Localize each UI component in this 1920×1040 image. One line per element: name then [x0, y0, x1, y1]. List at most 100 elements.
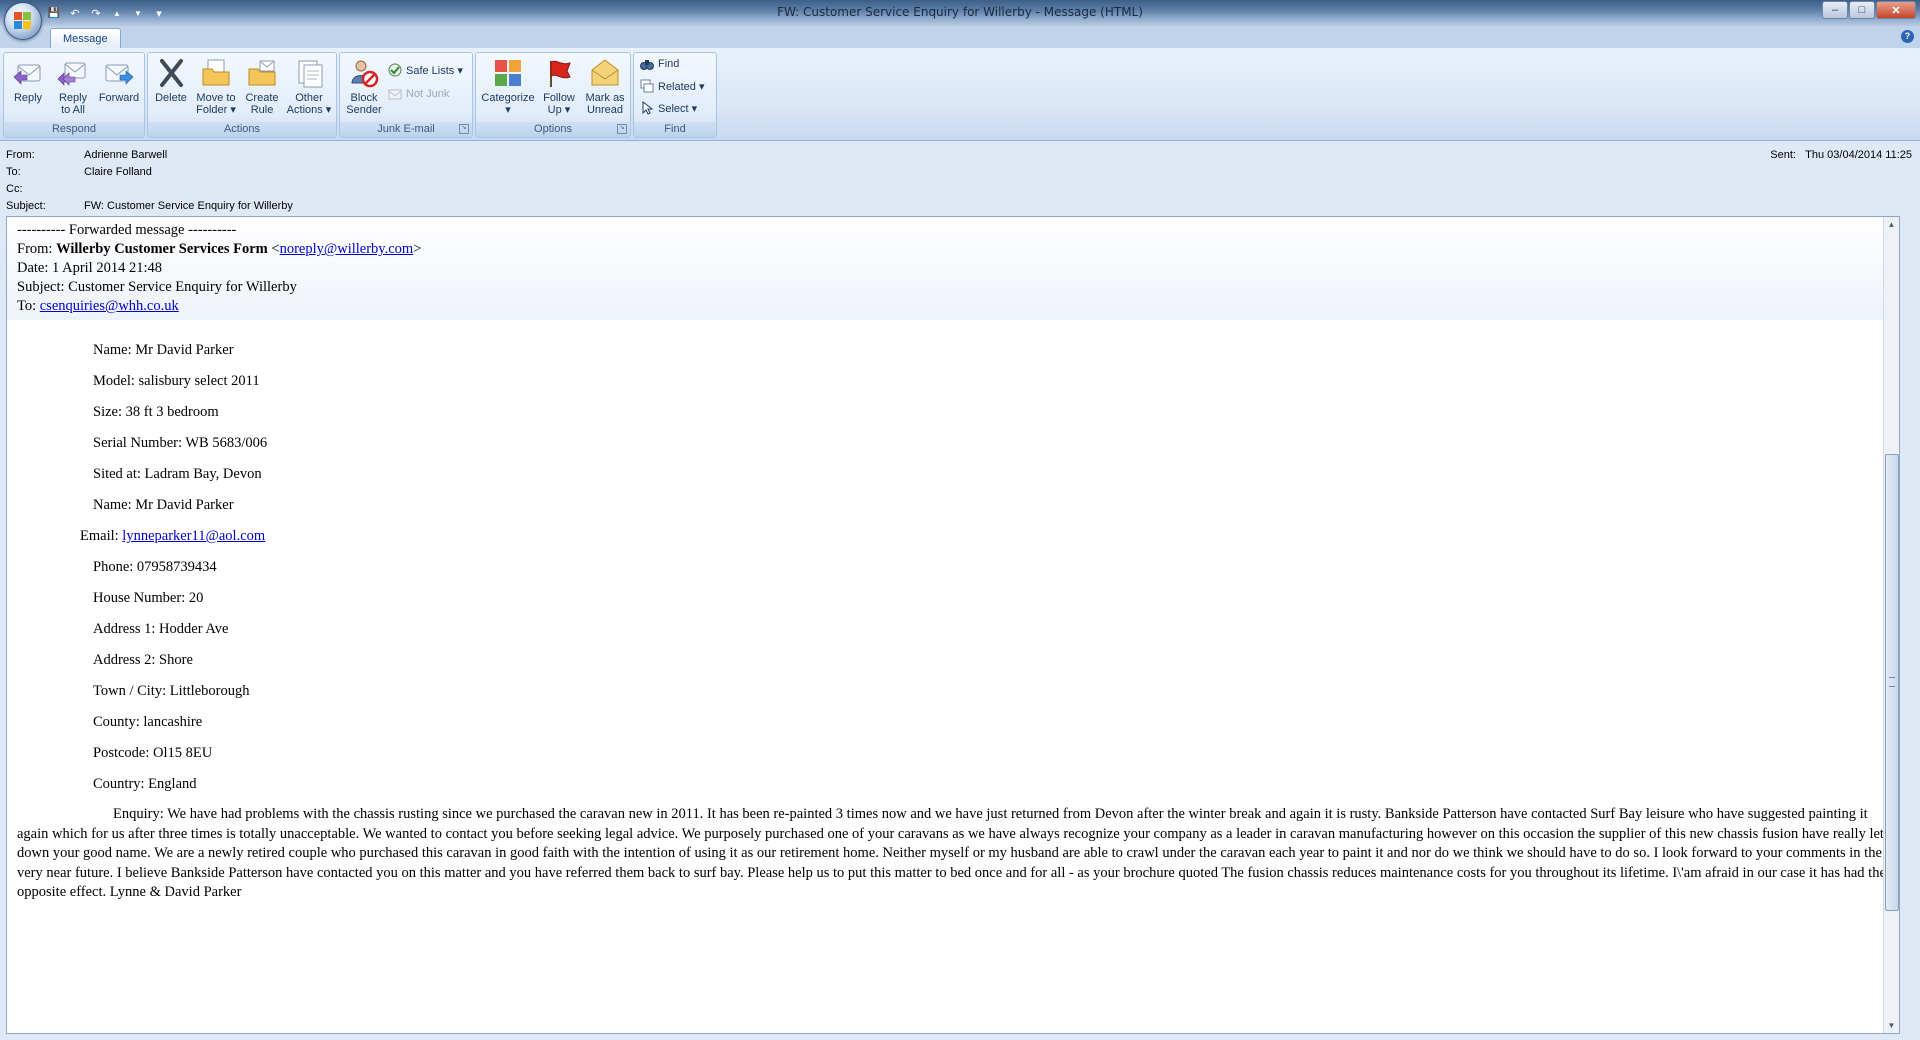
window-title: FW: Customer Service Enquiry for Willerb… — [777, 5, 1143, 19]
office-logo-icon — [14, 12, 32, 30]
block-sender-label-1: Block — [350, 92, 378, 104]
respond-group-label: Respond — [4, 122, 144, 137]
forwarded-from: From: Willerby Customer Services Form <n… — [17, 240, 1897, 259]
sent-label: Sent: — [1770, 149, 1796, 161]
move-folder-icon — [200, 57, 232, 89]
forwarded-from-email-link[interactable]: noreply@willerby.com — [280, 241, 414, 257]
delete-label: Delete — [155, 92, 187, 104]
junk-email-group-label: Junk E-mail — [340, 122, 472, 137]
office-button[interactable] — [4, 2, 42, 40]
safe-lists-icon — [388, 63, 402, 77]
mark-as-unread-button[interactable]: Mark as Unread — [582, 55, 628, 119]
enquiry-paragraph: Enquiry: We have had problems with the c… — [17, 806, 1886, 900]
safe-lists-label: Safe Lists ▾ — [406, 64, 463, 77]
sent-row: Sent: Thu 03/04/2014 11:25 — [1770, 149, 1912, 161]
select-label: Select ▾ — [658, 102, 698, 115]
categorize-label: Categorize — [481, 92, 535, 104]
message-header: From: Adrienne Barwell To: Claire Follan… — [0, 141, 1920, 215]
to-label: To: — [6, 166, 21, 178]
vertical-scrollbar[interactable]: ▲ ▼ — [1883, 217, 1899, 1033]
other-actions-icon — [293, 57, 325, 89]
create-rule-button[interactable]: Create Rule — [241, 55, 283, 119]
related-label: Related ▾ — [658, 80, 705, 93]
scroll-grip-icon — [1889, 677, 1895, 687]
help-icon[interactable]: ? — [1901, 30, 1914, 43]
field-address-1: Address 1: Hodder Ave — [93, 621, 229, 637]
scroll-down-icon[interactable]: ▼ — [1884, 1018, 1899, 1033]
from-value[interactable]: Adrienne Barwell — [84, 149, 167, 161]
forwarded-from-prefix: From: — [17, 241, 57, 257]
scroll-thumb[interactable] — [1885, 454, 1899, 911]
not-junk-button[interactable]: Not Junk — [388, 85, 449, 103]
binoculars-icon — [640, 57, 654, 71]
reply-button[interactable]: Reply — [8, 55, 48, 119]
safe-lists-button[interactable]: Safe Lists ▾ — [388, 61, 463, 79]
field-sited-at: Sited at: Ladram Bay, Devon — [93, 466, 262, 482]
options-dialog-launcher-icon[interactable]: ↘ — [617, 124, 627, 134]
related-icon — [640, 79, 654, 93]
move-to-folder-button[interactable]: Move to Folder ▾ — [193, 55, 239, 119]
find-label: Find — [658, 58, 680, 70]
mark-as-unread-label-1: Mark as — [585, 92, 625, 104]
to-value[interactable]: Claire Folland — [84, 166, 152, 178]
field-name: Name: Mr David Parker — [93, 342, 234, 358]
select-button[interactable]: Select ▾ — [640, 99, 697, 117]
field-town-city: Town / City: Littleborough — [93, 683, 250, 699]
forwarded-to-email-link[interactable]: csenquiries@whh.co.uk — [40, 298, 179, 314]
close-button[interactable]: ✕ — [1876, 1, 1916, 19]
not-junk-icon — [388, 87, 402, 101]
field-size: Size: 38 ft 3 bedroom — [93, 404, 219, 420]
from-label: From: — [6, 149, 35, 161]
reply-label: Reply — [13, 92, 43, 104]
find-group-label: Find — [634, 122, 716, 137]
forwarded-marker: ---------- Forwarded message ---------- — [17, 222, 237, 238]
flag-icon — [543, 57, 575, 89]
other-actions-button[interactable]: Other Actions ▾ — [285, 55, 333, 119]
ribbon: Reply Reply to All Forward Respond Delet… — [0, 48, 1920, 141]
actions-group-label: Actions — [148, 122, 336, 137]
respond-group: Reply Reply to All Forward Respond — [3, 52, 145, 138]
follow-up-button[interactable]: Follow Up ▾ — [538, 55, 580, 119]
block-sender-icon — [348, 57, 380, 89]
move-to-folder-label-2: Folder ▾ — [196, 104, 236, 116]
field-email: Email: lynneparker11@aol.com — [80, 527, 265, 546]
mark-unread-icon — [589, 57, 621, 89]
window-controls: – □ ✕ — [1822, 1, 1916, 19]
cc-label: Cc: — [6, 183, 23, 195]
reply-all-button[interactable]: Reply to All — [52, 55, 94, 119]
forwarded-header: ---------- Forwarded message ---------- … — [7, 217, 1899, 320]
create-rule-label-2: Rule — [250, 104, 274, 116]
reply-icon — [12, 57, 44, 89]
forwarded-subject: Subject: Customer Service Enquiry for Wi… — [17, 279, 297, 295]
related-button[interactable]: Related ▾ — [640, 77, 705, 95]
scroll-up-icon[interactable]: ▲ — [1884, 217, 1899, 232]
reply-all-icon — [57, 57, 89, 89]
block-sender-label-2: Sender — [346, 104, 382, 116]
find-group: Find Related ▾ Select ▾ Find — [633, 52, 717, 138]
field-county: County: lancashire — [93, 714, 203, 730]
tab-message[interactable]: Message — [50, 28, 121, 49]
actions-group: Delete Move to Folder ▾ Create Rule Othe… — [147, 52, 337, 138]
field-email-link[interactable]: lynneparker11@aol.com — [122, 528, 265, 544]
not-junk-label: Not Junk — [406, 88, 450, 100]
cursor-icon — [640, 100, 654, 115]
junk-email-group: Block Sender Safe Lists ▾ Not Junk Junk … — [339, 52, 473, 138]
block-sender-button[interactable]: Block Sender — [344, 55, 384, 119]
delete-button[interactable]: Delete — [151, 55, 191, 119]
field-postcode: Postcode: Ol15 8EU — [93, 745, 213, 761]
field-model: Model: salisbury select 2011 — [93, 373, 260, 389]
field-address-2: Address 2: Shore — [93, 652, 193, 668]
find-button[interactable]: Find — [640, 55, 679, 73]
categorize-button[interactable]: Categorize ▾ — [479, 55, 537, 119]
minimize-button[interactable]: – — [1822, 1, 1848, 19]
junk-email-dialog-launcher-icon[interactable]: ↘ — [459, 124, 469, 134]
subject-label: Subject: — [6, 200, 46, 212]
message-body[interactable]: ---------- Forwarded message ---------- … — [6, 216, 1900, 1034]
categorize-icon — [492, 57, 524, 89]
forwarded-from-open: < — [267, 241, 280, 257]
field-phone: Phone: 07958739434 — [93, 559, 217, 575]
follow-up-label-1: Follow — [543, 92, 575, 104]
forward-button[interactable]: Forward — [96, 55, 142, 119]
forwarded-to: To: csenquiries@whh.co.uk — [17, 297, 1897, 316]
maximize-button[interactable]: □ — [1849, 1, 1875, 19]
